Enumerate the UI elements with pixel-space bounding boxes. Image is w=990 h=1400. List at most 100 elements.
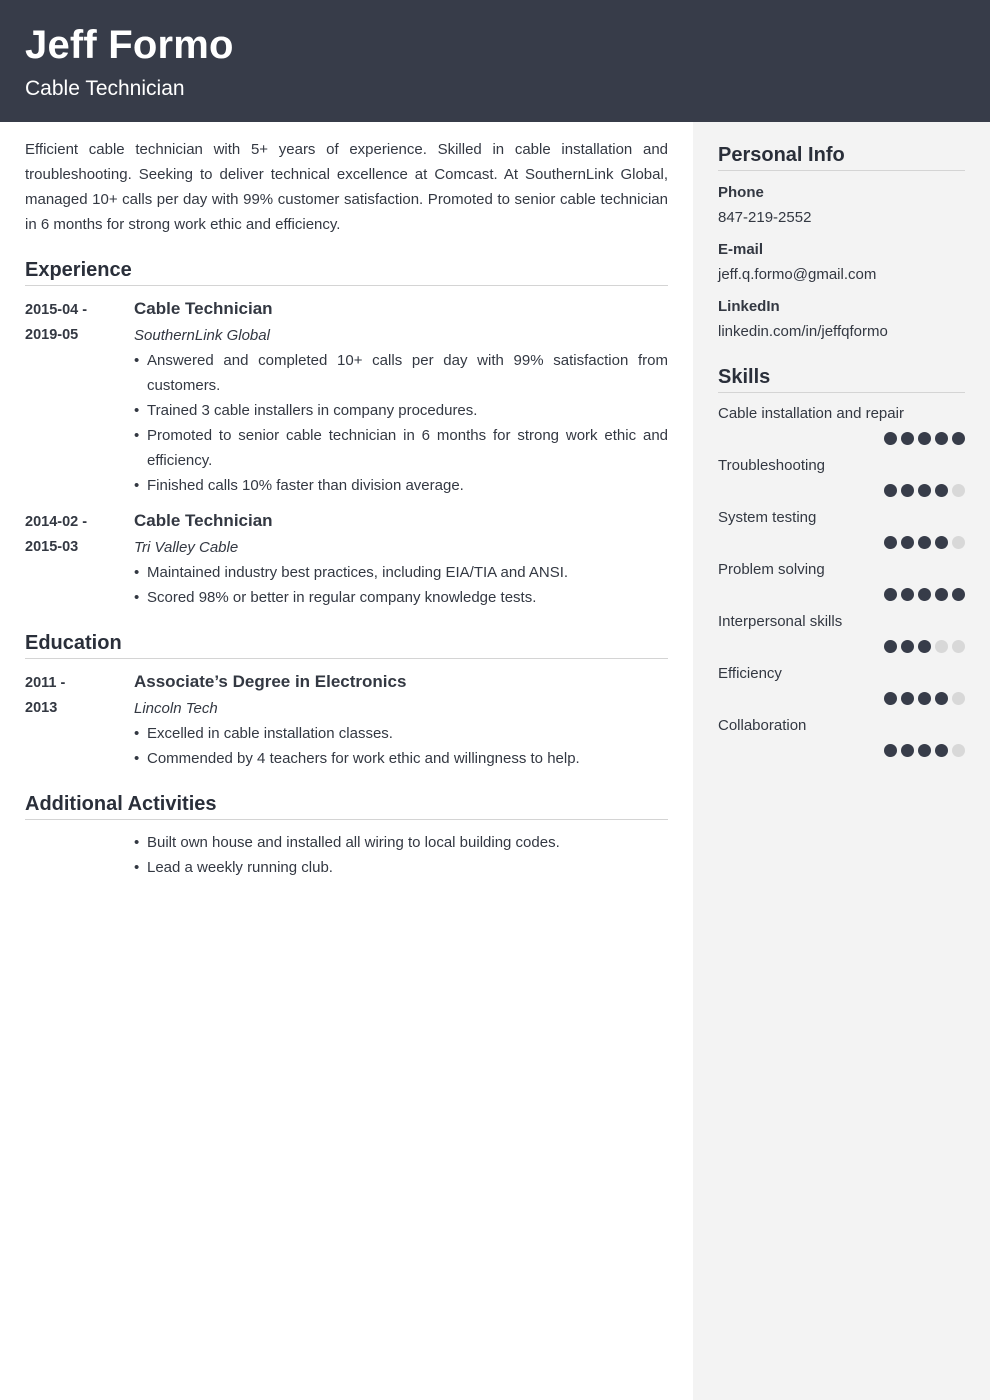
email-label: E-mail: [718, 241, 764, 258]
skill-item: Collaboration: [718, 716, 965, 757]
skill-item: System testing: [718, 508, 965, 549]
rating-dot-filled-icon: [935, 536, 948, 549]
skill-name: Efficiency: [718, 665, 782, 682]
bullet-item: Excelled in cable installation classes.: [134, 721, 668, 746]
rating-dot-filled-icon: [884, 692, 897, 705]
skills-list: Cable installation and repair Troubleshoo…: [718, 404, 965, 757]
rating-dot-filled-icon: [935, 692, 948, 705]
bullet-item: Maintained industry best practices, incl…: [134, 560, 668, 585]
skill-item: Cable installation and repair: [718, 404, 965, 445]
skill-name: Interpersonal skills: [718, 613, 843, 630]
rating-dot-filled-icon: [884, 484, 897, 497]
entry-dates: 2011 - 2013: [25, 671, 134, 771]
date-end: 2013: [25, 700, 58, 716]
bullet-item: Promoted to senior cable technician in 6…: [134, 423, 668, 473]
activities-heading: Additional Activities: [25, 791, 668, 820]
company-name: SouthernLink Global: [134, 327, 270, 344]
skill-item: Interpersonal skills: [718, 612, 965, 653]
bullet-list: Maintained industry best practices, incl…: [134, 560, 668, 610]
rating-dot-filled-icon: [884, 588, 897, 601]
candidate-name: Jeff Formo: [25, 23, 234, 67]
bullet-item: Answered and completed 10+ calls per day…: [134, 348, 668, 398]
skill-rating: [718, 432, 965, 445]
skill-rating: [718, 536, 965, 549]
rating-dot-filled-icon: [918, 692, 931, 705]
rating-dot-filled-icon: [901, 536, 914, 549]
skill-rating: [718, 484, 965, 497]
rating-dot-empty-icon: [935, 640, 948, 653]
personal-info-heading: Personal Info: [718, 142, 965, 171]
bullet-list: Answered and completed 10+ calls per day…: [134, 348, 668, 498]
activities-list: Built own house and installed all wiring…: [134, 830, 668, 880]
entry-dates: 2015-04 - 2019-05: [25, 298, 134, 498]
sidebar: Personal Info Phone 847-219-2552 E-mail …: [693, 122, 990, 1400]
date-start: 2011 -: [25, 675, 66, 691]
date-start: 2014-02 -: [25, 514, 88, 530]
linkedin-label: LinkedIn: [718, 298, 780, 315]
date-end: 2015-03: [25, 539, 79, 555]
rating-dot-filled-icon: [918, 744, 931, 757]
experience-entry: 2014-02 - 2015-03 Cable Technician Tri V…: [25, 510, 668, 610]
skill-name: Collaboration: [718, 717, 807, 734]
rating-dot-filled-icon: [918, 432, 931, 445]
bullet-list: Excelled in cable installation classes. …: [134, 721, 668, 771]
rating-dot-filled-icon: [952, 588, 965, 601]
rating-dot-filled-icon: [918, 588, 931, 601]
skill-item: Troubleshooting: [718, 456, 965, 497]
skill-name: Cable installation and repair: [718, 405, 904, 422]
rating-dot-filled-icon: [884, 432, 897, 445]
school-name: Lincoln Tech: [134, 700, 218, 717]
main-column: Efficient cable technician with 5+ years…: [25, 137, 668, 880]
rating-dot-empty-icon: [952, 640, 965, 653]
rating-dot-filled-icon: [918, 640, 931, 653]
phone-label: Phone: [718, 184, 764, 201]
rating-dot-filled-icon: [901, 588, 914, 601]
company-name: Tri Valley Cable: [134, 539, 239, 556]
experience-heading: Experience: [25, 257, 668, 286]
rating-dot-filled-icon: [884, 744, 897, 757]
skill-rating: [718, 640, 965, 653]
rating-dot-filled-icon: [901, 484, 914, 497]
skill-rating: [718, 692, 965, 705]
bullet-item: Commended by 4 teachers for work ethic a…: [134, 746, 668, 771]
skill-rating: [718, 744, 965, 757]
rating-dot-filled-icon: [901, 692, 914, 705]
skill-item: Efficiency: [718, 664, 965, 705]
phone-value: 847-219-2552: [718, 209, 812, 226]
skill-rating: [718, 588, 965, 601]
entry-dates: 2014-02 - 2015-03: [25, 510, 134, 610]
skill-name: Troubleshooting: [718, 457, 826, 474]
rating-dot-filled-icon: [884, 640, 897, 653]
rating-dot-empty-icon: [952, 536, 965, 549]
rating-dot-filled-icon: [918, 536, 931, 549]
rating-dot-filled-icon: [918, 484, 931, 497]
rating-dot-filled-icon: [935, 432, 948, 445]
rating-dot-filled-icon: [952, 432, 965, 445]
education-entry: 2011 - 2013 Associate’s Degree in Electr…: [25, 671, 668, 771]
degree-title: Associate’s Degree in Electronics: [134, 672, 407, 691]
candidate-title: Cable Technician: [25, 77, 185, 100]
summary: Efficient cable technician with 5+ years…: [25, 141, 668, 233]
rating-dot-filled-icon: [935, 484, 948, 497]
job-title: Cable Technician: [134, 511, 273, 530]
linkedin-value: linkedin.com/in/jeffqformo: [718, 323, 888, 340]
skill-item: Problem solving: [718, 560, 965, 601]
info-email: E-mail jeff.q.formo@gmail.com: [718, 240, 965, 285]
date-end: 2019-05: [25, 327, 79, 343]
rating-dot-filled-icon: [884, 536, 897, 549]
date-start: 2015-04 -: [25, 302, 88, 318]
rating-dot-filled-icon: [935, 744, 948, 757]
bullet-item: Lead a weekly running club.: [134, 855, 668, 880]
rating-dot-filled-icon: [901, 640, 914, 653]
skill-name: System testing: [718, 509, 817, 526]
experience-entry: 2015-04 - 2019-05 Cable Technician South…: [25, 298, 668, 498]
info-phone: Phone 847-219-2552: [718, 183, 965, 228]
bullet-item: Finished calls 10% faster than division …: [134, 473, 668, 498]
education-heading: Education: [25, 630, 668, 659]
skill-name: Problem solving: [718, 561, 825, 578]
bullet-item: Built own house and installed all wiring…: [134, 830, 668, 855]
skills-heading: Skills: [718, 364, 965, 393]
rating-dot-filled-icon: [935, 588, 948, 601]
rating-dot-filled-icon: [901, 432, 914, 445]
job-title: Cable Technician: [134, 299, 273, 318]
